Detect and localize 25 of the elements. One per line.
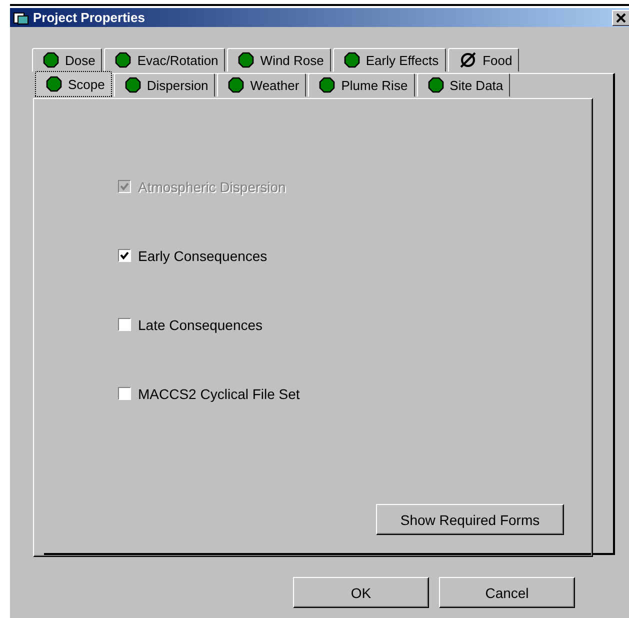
checkbox-label: Early Consequences: [138, 248, 268, 264]
tab[interactable]: Weather: [217, 73, 306, 97]
checkbox-label: Atmospheric Dispersion: [138, 179, 286, 195]
checkbox[interactable]: [118, 318, 131, 331]
checkbox-label: Late Consequences: [138, 317, 263, 333]
tab[interactable]: Wind Rose: [227, 48, 331, 72]
cancel-button[interactable]: Cancel: [439, 577, 575, 608]
checkbox[interactable]: [118, 387, 131, 400]
tab[interactable]: Early Effects: [332, 48, 446, 72]
tab[interactable]: Site Data: [416, 73, 510, 97]
tab[interactable]: Food: [448, 48, 520, 72]
tab[interactable]: Evac/Rotation: [104, 48, 226, 72]
tab[interactable]: Scope: [35, 71, 112, 97]
tab[interactable]: Dispersion: [114, 73, 216, 97]
tab[interactable]: Dose: [32, 48, 102, 72]
checkbox-label: MACCS2 Cyclical File Set: [138, 386, 300, 402]
tab[interactable]: Plume Rise: [308, 73, 415, 97]
window-title: Project Properties: [33, 10, 146, 25]
checkbox[interactable]: [118, 249, 131, 262]
show-required-forms-button[interactable]: Show Required Forms: [376, 504, 564, 535]
app-icon: [13, 10, 29, 24]
ok-button[interactable]: OK: [293, 577, 429, 608]
empty-set-icon: [458, 51, 477, 69]
close-icon: [616, 12, 626, 22]
close-button[interactable]: [612, 10, 629, 26]
